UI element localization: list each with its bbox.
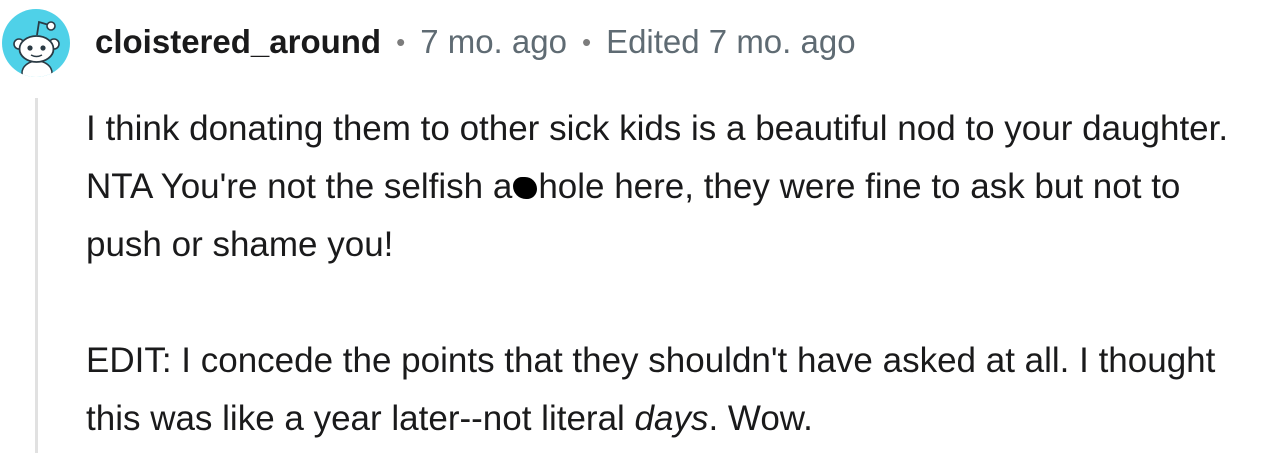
posted-time[interactable]: 7 mo. ago	[420, 23, 567, 61]
separator-dot: •	[396, 26, 406, 57]
comment-paragraph: EDIT: I concede the points that they sho…	[86, 332, 1261, 448]
avatar-icon[interactable]	[2, 9, 70, 77]
paragraph-text: . Wow.	[708, 399, 813, 438]
username-link[interactable]: cloistered_around	[95, 23, 381, 61]
comment-header: cloistered_around • 7 mo. ago • Edited 7…	[95, 20, 856, 64]
emphasized-text: days	[634, 399, 709, 438]
comment-body: I think donating them to other sick kids…	[86, 100, 1261, 448]
thread-line[interactable]	[35, 98, 38, 453]
redaction-mark	[513, 177, 538, 199]
comment: cloistered_around • 7 mo. ago • Edited 7…	[0, 0, 1267, 453]
comment-paragraph: I think donating them to other sick kids…	[86, 100, 1261, 274]
separator-dot: •	[581, 26, 592, 57]
edited-label: Edited 7 mo. ago	[606, 23, 856, 60]
